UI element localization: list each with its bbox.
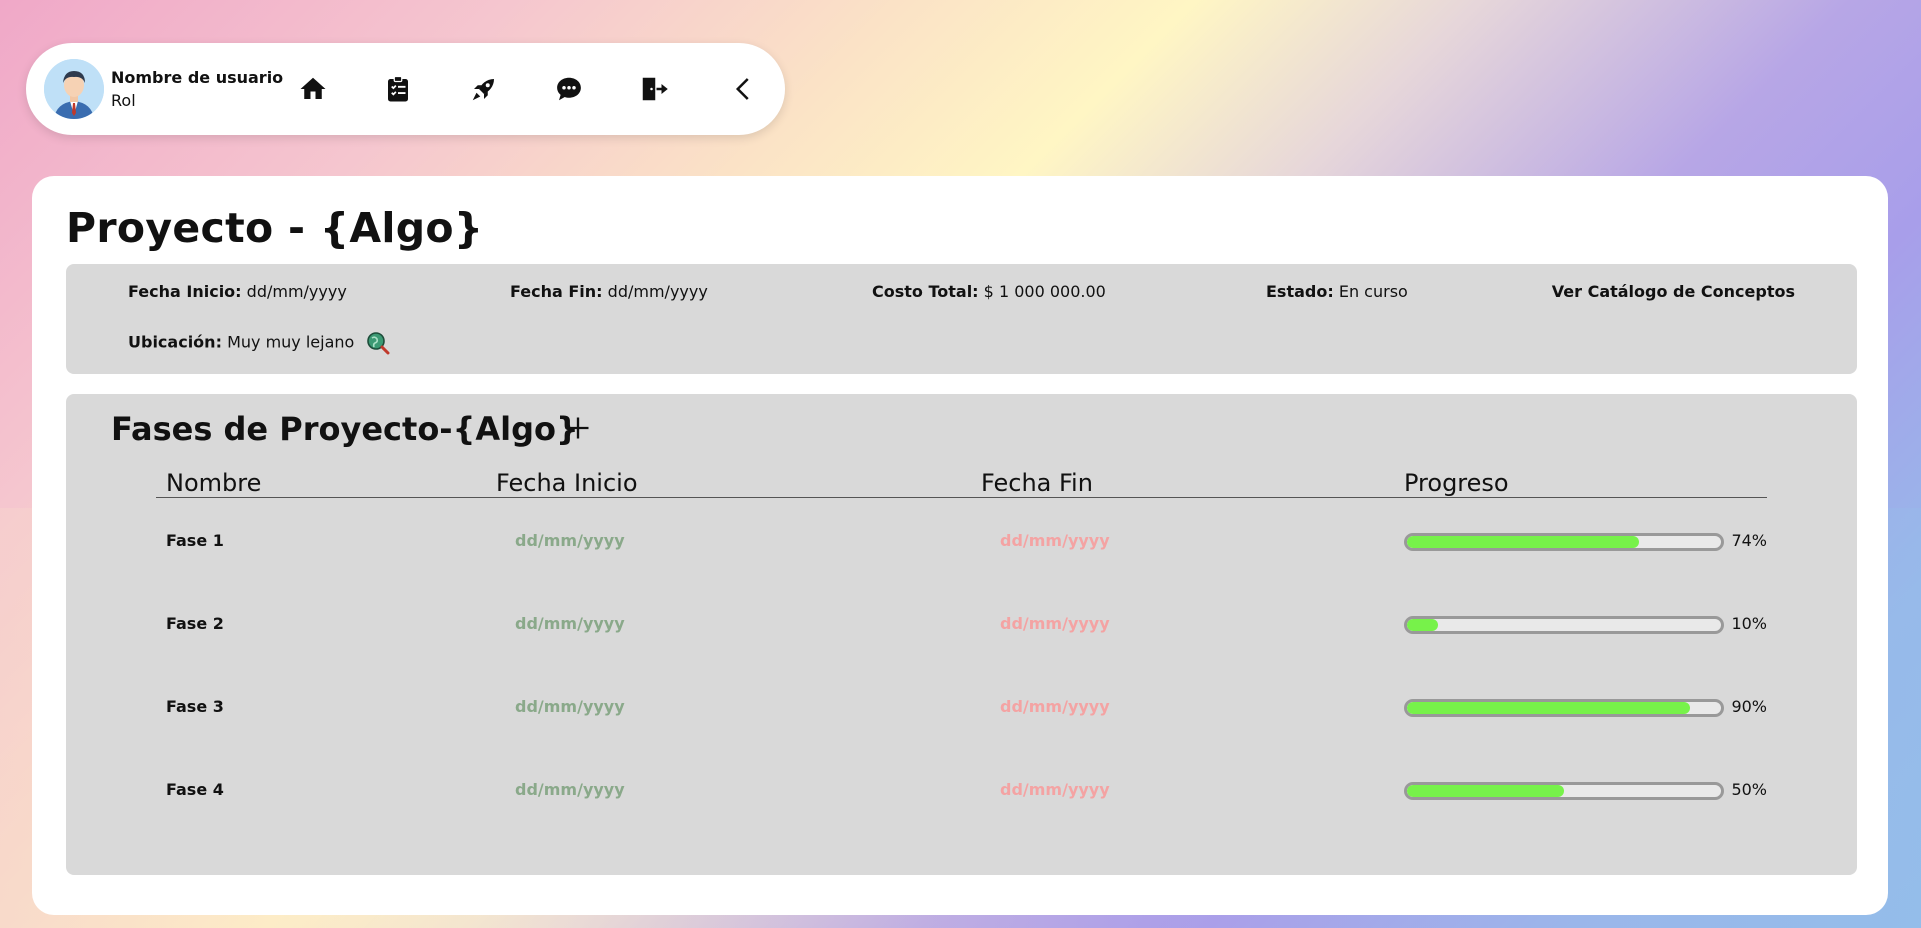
phase-name: Fase 4 [166, 780, 224, 799]
phase-start-date: dd/mm/yyyy [515, 531, 625, 550]
logout-icon[interactable] [636, 71, 672, 107]
phase-name: Fase 2 [166, 614, 224, 633]
header-progress: Progreso [1404, 469, 1509, 497]
table-row[interactable]: Fase 2 dd/mm/yyyy dd/mm/yyyy 10% [66, 604, 1857, 644]
table-row[interactable]: Fase 4 dd/mm/yyyy dd/mm/yyyy 50% [66, 770, 1857, 810]
progress-fill [1407, 785, 1564, 797]
progress-bar [1404, 782, 1724, 800]
progress-percent: 74% [1731, 531, 1767, 550]
clipboard-list-icon[interactable] [380, 71, 416, 107]
total-cost-info: Costo Total: $ 1 000 000.00 [872, 282, 1106, 301]
phase-start-date: dd/mm/yyyy [515, 780, 625, 799]
end-date-info: Fecha Fin: dd/mm/yyyy [510, 282, 708, 301]
end-date-label: Fecha Fin: [510, 282, 603, 301]
start-date-info: Fecha Inicio: dd/mm/yyyy [128, 282, 347, 301]
phases-title: Fases de Proyecto-{Algo} [111, 410, 579, 448]
phase-end-date: dd/mm/yyyy [1000, 780, 1110, 799]
status-info: Estado: En curso [1266, 282, 1408, 301]
header-divider [156, 497, 1767, 498]
chat-icon[interactable] [551, 71, 587, 107]
phase-name: Fase 3 [166, 697, 224, 716]
progress-bar [1404, 616, 1724, 634]
location-value: Muy muy lejano [227, 332, 355, 352]
location-info: Ubicación: Muy muy lejano [128, 330, 391, 356]
plus-icon [567, 417, 589, 439]
user-avatar-icon [44, 59, 104, 119]
total-cost-label: Costo Total: [872, 282, 979, 301]
phase-start-date: dd/mm/yyyy [515, 614, 625, 633]
home-icon[interactable] [295, 71, 331, 107]
add-phase-button[interactable] [558, 408, 598, 448]
progress-bar [1404, 699, 1724, 717]
phase-start-date: dd/mm/yyyy [515, 697, 625, 716]
table-row[interactable]: Fase 1 dd/mm/yyyy dd/mm/yyyy 74% [66, 521, 1857, 561]
phase-end-date: dd/mm/yyyy [1000, 614, 1110, 633]
avatar[interactable] [44, 59, 104, 119]
chevron-left-icon[interactable] [726, 71, 762, 107]
status-value: En curso [1338, 282, 1408, 301]
total-cost-value: $ 1 000 000.00 [983, 282, 1106, 301]
map-search-icon[interactable] [365, 330, 391, 356]
start-date-label: Fecha Inicio: [128, 282, 242, 301]
progress-bar [1404, 533, 1724, 551]
table-row[interactable]: Fase 3 dd/mm/yyyy dd/mm/yyyy 90% [66, 687, 1857, 727]
start-date-value: dd/mm/yyyy [246, 282, 347, 301]
phase-end-date: dd/mm/yyyy [1000, 531, 1110, 550]
user-name: Nombre de usuario [111, 68, 284, 87]
catalog-link[interactable]: Ver Catálogo de Conceptos [1552, 282, 1795, 301]
end-date-value: dd/mm/yyyy [607, 282, 708, 301]
page-title: Proyecto - {Algo} [66, 204, 484, 252]
header-name: Nombre [166, 469, 262, 497]
header-end-date: Fecha Fin [981, 469, 1093, 497]
progress-fill [1407, 702, 1690, 714]
phase-end-date: dd/mm/yyyy [1000, 697, 1110, 716]
phases-panel: Fases de Proyecto-{Algo} Nombre Fecha In… [66, 394, 1857, 875]
top-nav-bar: Nombre de usuario Rol [26, 43, 785, 135]
phase-name: Fase 1 [166, 531, 224, 550]
status-label: Estado: [1266, 282, 1334, 301]
progress-percent: 10% [1731, 614, 1767, 633]
rocket-icon[interactable] [466, 71, 502, 107]
progress-percent: 50% [1731, 780, 1767, 799]
project-card: Proyecto - {Algo} Fecha Inicio: dd/mm/yy… [32, 176, 1888, 915]
header-start-date: Fecha Inicio [496, 469, 638, 497]
user-role: Rol [111, 91, 136, 110]
progress-fill [1407, 536, 1640, 548]
progress-percent: 90% [1731, 697, 1767, 716]
project-info-panel: Fecha Inicio: dd/mm/yyyy Fecha Fin: dd/m… [66, 264, 1857, 374]
progress-fill [1407, 619, 1439, 631]
location-label: Ubicación: [128, 332, 222, 352]
